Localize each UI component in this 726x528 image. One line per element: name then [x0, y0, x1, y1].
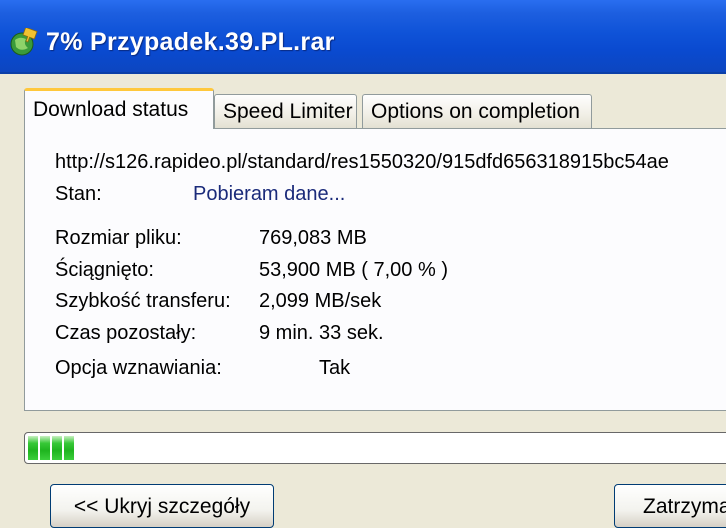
- progress-segment: [64, 436, 74, 460]
- tab-label: Options on completion: [371, 100, 580, 123]
- file-size-label: Rozmiar pliku:: [55, 227, 182, 249]
- progress-segment: [28, 436, 38, 460]
- file-size-value: 769,083 MB: [259, 227, 367, 249]
- stop-button[interactable]: Zatrzymaj: [614, 484, 726, 528]
- transfer-speed-label: Szybkość transferu:: [55, 290, 231, 312]
- tab-label: Speed Limiter: [223, 100, 353, 123]
- transfer-speed-value: 2,099 MB/sek: [259, 290, 382, 312]
- title-bar: 7% Przypadek.39.PL.rar: [0, 0, 726, 74]
- time-left-value: 9 min. 33 sek.: [259, 322, 384, 344]
- time-left-label: Czas pozostały:: [55, 322, 197, 344]
- progress-segment: [40, 436, 50, 460]
- tab-options-on-completion[interactable]: Options on completion: [362, 94, 592, 128]
- state-value: Pobieram dane...: [193, 183, 346, 205]
- download-url: http://s126.rapideo.pl/standard/res15503…: [55, 151, 669, 173]
- download-status-panel: http://s126.rapideo.pl/standard/res15503…: [24, 128, 726, 411]
- download-progress-bar: [24, 432, 726, 464]
- resume-option-label: Opcja wznawiania:: [55, 357, 222, 379]
- state-label: Stan:: [55, 183, 102, 205]
- downloaded-label: Ściągnięto:: [55, 259, 154, 281]
- hide-details-button[interactable]: << Ukryj szczegóły: [50, 484, 274, 528]
- window-title: 7% Przypadek.39.PL.rar: [46, 28, 335, 56]
- progress-fill: [28, 436, 74, 460]
- downloaded-value: 53,900 MB ( 7,00 % ): [259, 259, 448, 281]
- tab-speed-limiter[interactable]: Speed Limiter: [214, 94, 357, 128]
- tab-label: Download status: [33, 98, 189, 121]
- download-globe-icon: [10, 28, 38, 56]
- progress-segment: [52, 436, 62, 460]
- tab-download-status[interactable]: Download status: [24, 88, 214, 129]
- resume-option-value: Tak: [319, 357, 351, 379]
